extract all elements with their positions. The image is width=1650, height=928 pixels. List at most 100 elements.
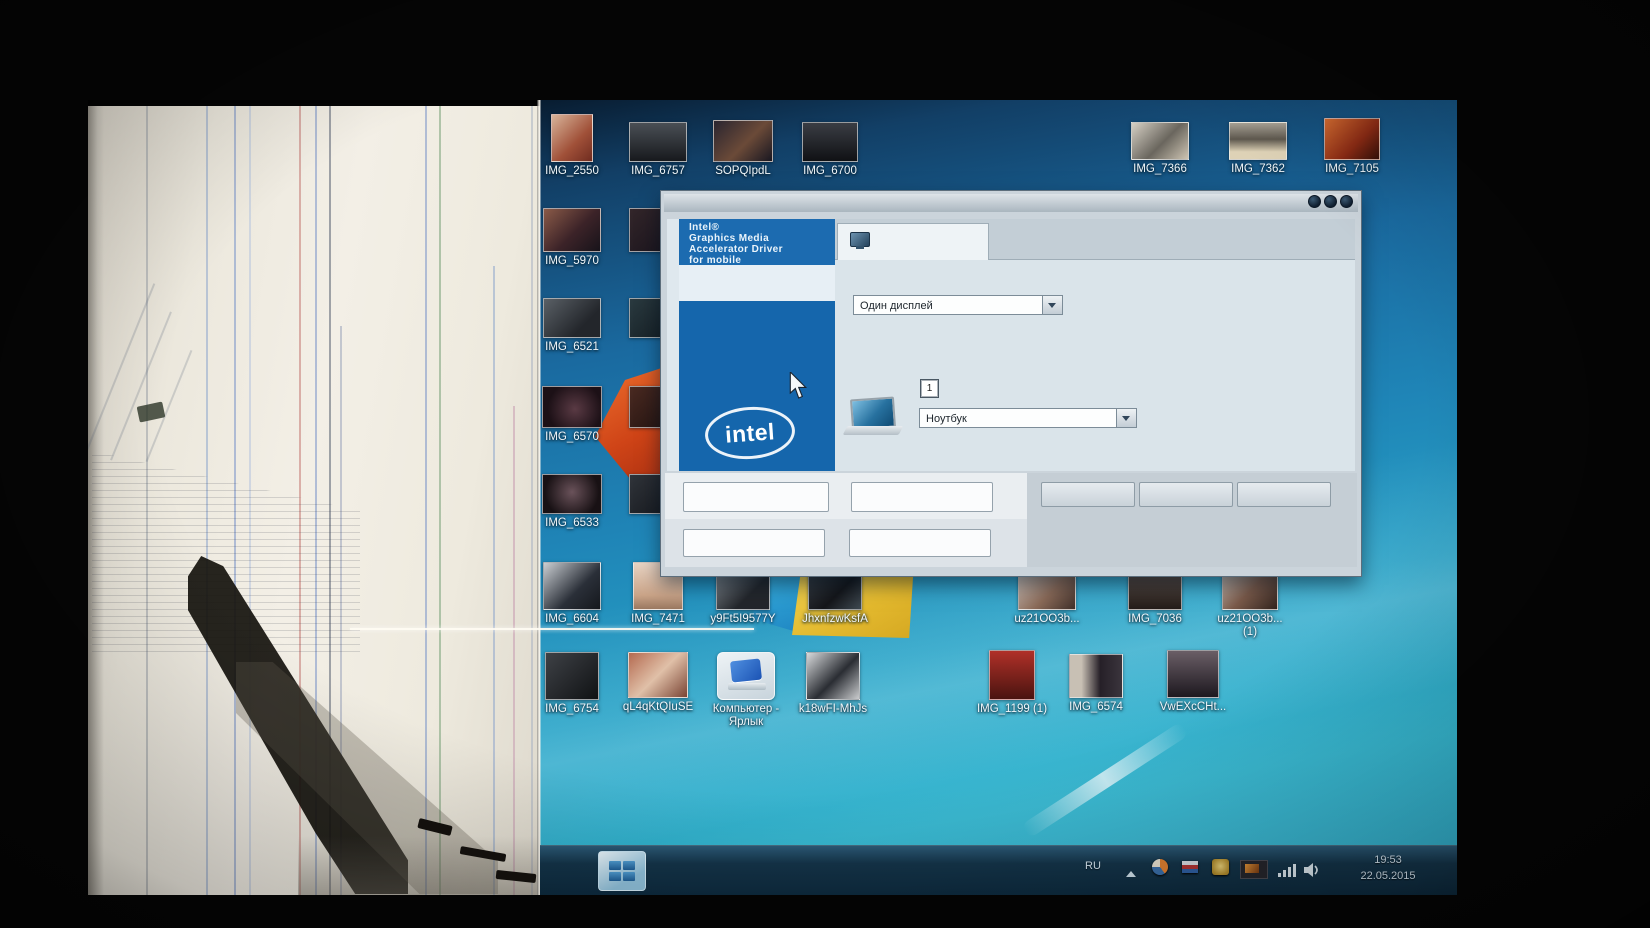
- desktop-icon[interactable]: SOPQIpdL: [701, 120, 785, 178]
- dialog-button-2[interactable]: [1139, 482, 1233, 507]
- photo-thumbnail: [1324, 118, 1380, 160]
- close-button[interactable]: [1340, 195, 1353, 208]
- photo-viewer-icon[interactable]: [1240, 860, 1268, 879]
- help-button[interactable]: [1324, 195, 1337, 208]
- flag-icon[interactable]: [1182, 861, 1198, 873]
- icon-label: IMG_6754: [530, 703, 614, 716]
- sidebar-light-band: [679, 265, 835, 301]
- display-mode-dropdown[interactable]: Один дисплей: [853, 295, 1063, 315]
- desktop-icon[interactable]: IMG_7362: [1216, 122, 1300, 176]
- footer-panel-bottom: [665, 519, 1027, 567]
- dialog-button-3[interactable]: [1237, 482, 1331, 507]
- dialog-button-1[interactable]: [1041, 482, 1135, 507]
- photo-thumbnail: [1229, 122, 1287, 160]
- desktop-icon[interactable]: IMG_2550: [530, 114, 614, 178]
- intel-logo-text: intel: [724, 418, 776, 448]
- dialog-titlebar[interactable]: [664, 194, 1358, 212]
- tab-strip: [835, 219, 1355, 260]
- tab-display-settings[interactable]: [837, 223, 989, 260]
- lcd-smudge: [137, 401, 166, 422]
- monitor-glyph: [730, 658, 762, 682]
- icon-label: IMG_6604: [530, 613, 614, 626]
- lcd-crack-line: [350, 628, 754, 630]
- icon-label: IMG_6521: [530, 341, 614, 354]
- photo-thumbnail: [806, 652, 860, 700]
- icon-label: Компьютер -: [704, 703, 788, 716]
- photo-thumbnail: [542, 474, 602, 514]
- device-value: Ноутбук: [926, 413, 967, 425]
- photo-thumbnail: [629, 122, 687, 162]
- branding-line2: Graphics Media: [689, 233, 835, 244]
- photo-thumbnail: [551, 114, 593, 162]
- lcd-defect-line: [439, 106, 441, 895]
- chevron-down-icon[interactable]: [1116, 409, 1136, 427]
- taskbar-explorer-icon[interactable]: [598, 851, 646, 891]
- desktop-icon[interactable]: qL4qKtQIuSE: [616, 652, 700, 714]
- footer-field[interactable]: [849, 529, 991, 557]
- footer-field[interactable]: [683, 529, 825, 557]
- desktop-icon[interactable]: IMG_6700: [788, 122, 872, 178]
- icon-label: IMG_6533: [530, 517, 614, 530]
- sidebar-panel: intel: [679, 301, 835, 471]
- display-icon: [850, 232, 870, 247]
- footer-button-area: [1027, 473, 1357, 567]
- photo-thumbnail: [545, 652, 599, 700]
- language-indicator[interactable]: RU: [1085, 860, 1101, 872]
- lcd-defect-line: [425, 106, 427, 895]
- desktop-icon[interactable]: IMG_6604: [530, 562, 614, 626]
- icon-label: y9Ft5I9577Y: [701, 613, 785, 626]
- desktop-icon[interactable]: IMG_1199 (1): [970, 650, 1054, 716]
- desktop-icon[interactable]: IMG_6754: [530, 652, 614, 716]
- lcd-bottom-shading: [298, 836, 540, 895]
- icon-label: IMG_2550: [530, 165, 614, 178]
- network-icon[interactable]: [1278, 864, 1296, 877]
- photo-thumbnail: [713, 120, 773, 162]
- device-dropdown[interactable]: Ноутбук: [919, 408, 1137, 428]
- icon-label: VwEXcCHt...: [1151, 701, 1235, 714]
- footer-field[interactable]: [851, 482, 993, 512]
- clock[interactable]: 19:53 22.05.2015: [1338, 852, 1438, 884]
- icon-label: JhxnfzwKsfA: [793, 613, 877, 626]
- desktop-icon[interactable]: IMG_6533: [530, 474, 614, 530]
- icon-label: IMG_7036: [1113, 613, 1197, 626]
- display-number-badge: 1: [921, 380, 938, 397]
- icon-label: qL4qKtQIuSE: [616, 701, 700, 714]
- chevron-down-icon[interactable]: [1042, 296, 1062, 314]
- computer-shortcut-icon[interactable]: Компьютер - Ярлык: [704, 652, 788, 729]
- icon-label: IMG_6700: [788, 165, 872, 178]
- desktop-icon[interactable]: IMG_6521: [530, 298, 614, 354]
- photo-thumbnail: [1069, 654, 1123, 698]
- dialog-content: Один дисплей 1 Ноутбук: [835, 219, 1355, 471]
- desktop-icon[interactable]: k18wFI-MhJs: [791, 652, 875, 716]
- desktop-icon[interactable]: IMG_6757: [616, 122, 700, 178]
- desktop-icon[interactable]: IMG_5970: [530, 208, 614, 268]
- photo-thumbnail: [543, 208, 601, 252]
- icon-label-line2: Ярлык: [704, 716, 788, 729]
- security-icon[interactable]: [1212, 859, 1229, 875]
- lcd-defect-line: [493, 266, 495, 895]
- intel-graphics-dialog[interactable]: Intel® Graphics Media Accelerator Driver…: [660, 190, 1362, 577]
- volume-icon[interactable]: [1304, 862, 1322, 878]
- desktop-icon[interactable]: IMG_7105: [1310, 118, 1394, 176]
- clock-date: 22.05.2015: [1338, 868, 1438, 884]
- browser-icon[interactable]: [1152, 859, 1168, 875]
- photo-background: IMG_2550 IMG_6757 SOPQIpdL IMG_6700 IMG_…: [0, 0, 1650, 928]
- info-button[interactable]: [1308, 195, 1321, 208]
- photo-thumbnail: [1167, 650, 1219, 698]
- desktop-icon[interactable]: VwEXcCHt...: [1151, 650, 1235, 714]
- computer-icon: [717, 652, 775, 700]
- desktop-icon[interactable]: IMG_7366: [1118, 122, 1202, 176]
- photo-thumbnail: [543, 562, 601, 610]
- icon-label: IMG_7366: [1118, 163, 1202, 176]
- desktop-icon[interactable]: IMG_6574: [1054, 654, 1138, 714]
- intel-logo: intel: [703, 404, 796, 462]
- intel-branding: Intel® Graphics Media Accelerator Driver…: [679, 219, 835, 265]
- footer-field[interactable]: [683, 482, 829, 512]
- icon-label: uz21OO3b...: [1005, 613, 1089, 626]
- desktop-icon[interactable]: IMG_6570: [530, 386, 614, 444]
- hidden-icons-chevron[interactable]: [1126, 866, 1136, 877]
- taskbar[interactable]: RU 19:53 22.05.2015: [540, 845, 1457, 895]
- photo-thumbnail: [542, 386, 602, 428]
- icon-label: IMG_5970: [530, 255, 614, 268]
- display-mode-value: Один дисплей: [860, 300, 933, 312]
